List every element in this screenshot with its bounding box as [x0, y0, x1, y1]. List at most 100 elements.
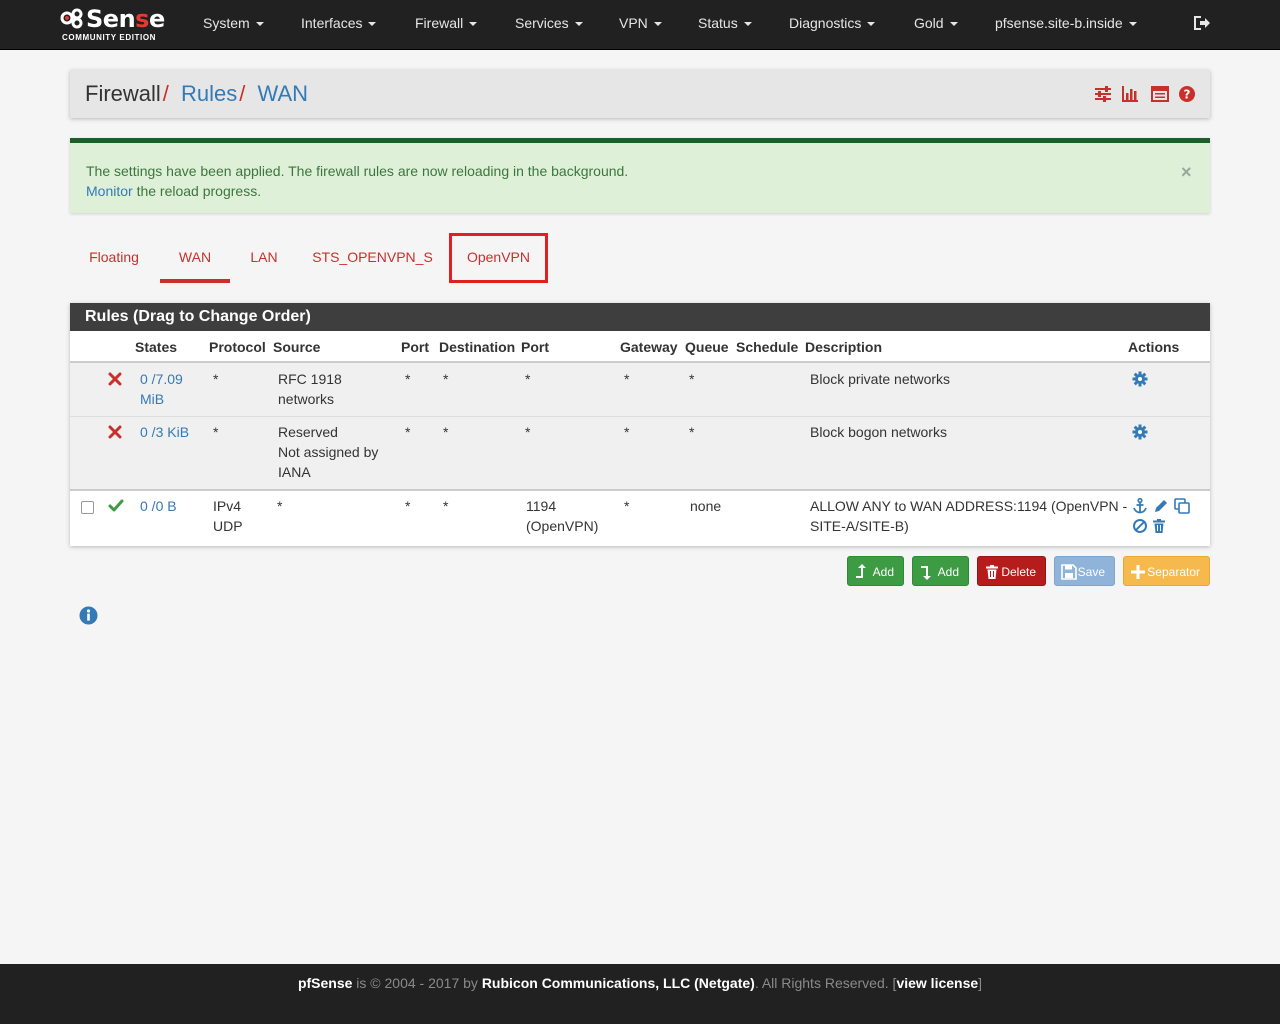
button-label: Save [1077, 565, 1105, 579]
delete-button[interactable]: Delete [977, 556, 1046, 586]
panel-title: Rules (Drag to Change Order) [70, 303, 1210, 331]
breadcrumb-separator: / [239, 81, 246, 106]
tab-floating[interactable]: Floating [70, 233, 158, 283]
description-cell: ALLOW ANY to WAN ADDRESS:1194 (OpenVPN -… [810, 496, 1127, 536]
footer-company-link[interactable]: Rubicon Communications, LLC (Netgate) [482, 975, 755, 991]
source-port-cell: * [405, 424, 411, 440]
add-bottom-button[interactable]: Add [912, 556, 969, 586]
caret-down-icon [1128, 22, 1137, 26]
trash-icon[interactable] [1151, 518, 1167, 534]
states-link[interactable]: 0 /0 B [140, 496, 177, 516]
nav-system[interactable]: System [203, 0, 264, 50]
destination-cell: * [443, 424, 449, 440]
rule-select-checkbox[interactable] [81, 501, 94, 514]
breadcrumb-firewall: Firewall [85, 81, 161, 106]
logo-text-sen: Sen [86, 5, 136, 33]
header-destination: Destination [439, 339, 516, 355]
gateway-cell: * [624, 371, 630, 387]
nav-hostname[interactable]: pfsense.site-b.inside [995, 0, 1137, 50]
disable-icon[interactable] [1132, 518, 1148, 534]
nav-firewall[interactable]: Firewall [415, 0, 478, 50]
source-port-cell: * [405, 498, 411, 514]
table-row [70, 363, 1210, 416]
breadcrumb: Firewall/ Rules/ WAN [85, 81, 308, 107]
nav-status[interactable]: Status [698, 0, 752, 50]
protocol-cell: * [213, 371, 219, 387]
tab-wan[interactable]: WAN [160, 233, 230, 283]
description-cell: Block private networks [810, 371, 951, 387]
tab-openvpn[interactable]: OpenVPN [449, 233, 548, 283]
caret-down-icon [949, 22, 958, 26]
check-icon [108, 499, 124, 512]
header-destination-port: Port [521, 339, 549, 355]
breadcrumb-rules[interactable]: Rules [181, 81, 237, 106]
top-navbar: Sense COMMUNITY EDITION System Interface… [0, 0, 1280, 50]
header-queue: Queue [685, 339, 729, 355]
footer-text: ] [978, 975, 983, 991]
log-table-icon[interactable] [1151, 85, 1169, 103]
states-link[interactable]: 0 /3 KiB [140, 422, 189, 442]
info-icon[interactable] [79, 606, 98, 625]
port-line: (OpenVPN) [526, 518, 599, 534]
nav-services[interactable]: Services [515, 0, 583, 50]
nav-label: VPN [619, 15, 648, 31]
logo-text-end: e [148, 5, 165, 33]
help-icon[interactable]: ? [1178, 85, 1196, 103]
plus-icon [1131, 565, 1145, 579]
floppy-disk-icon [1061, 564, 1077, 580]
add-top-button[interactable]: Add [847, 556, 904, 586]
alert-message-rest: the reload progress. [132, 183, 262, 199]
source-cell: * [277, 498, 283, 514]
protocol-cell: * [213, 424, 219, 440]
bar-chart-icon[interactable] [1121, 85, 1139, 103]
source-line: networks [278, 391, 335, 407]
nav-interfaces[interactable]: Interfaces [301, 0, 377, 50]
row-divider [70, 489, 1210, 491]
pencil-icon[interactable] [1153, 498, 1169, 514]
separator-button[interactable]: Separator [1123, 556, 1210, 586]
breadcrumb-wan[interactable]: WAN [258, 81, 309, 106]
destination-port-cell: 1194 (OpenVPN) [526, 496, 598, 536]
rules-panel: Rules (Drag to Change Order) States Prot… [70, 303, 1210, 546]
caret-down-icon [368, 22, 377, 26]
gear-icon[interactable] [1132, 371, 1148, 387]
tab-sts-openvpn-s[interactable]: STS_OPENVPN_S [300, 233, 445, 283]
footer-brand-link[interactable]: pfSense [298, 975, 352, 991]
arrow-up-icon [856, 564, 866, 578]
nav-diagnostics[interactable]: Diagnostics [789, 0, 876, 50]
description-line: ALLOW ANY to WAN ADDRESS:1194 (OpenVPN - [810, 498, 1128, 514]
nav-label: Diagnostics [789, 15, 862, 31]
destination-port-cell: * [525, 371, 531, 387]
tab-lan[interactable]: LAN [234, 233, 294, 283]
caret-down-icon [574, 22, 583, 26]
close-icon[interactable]: × [1181, 162, 1192, 183]
save-button[interactable]: Save [1054, 556, 1115, 586]
sliders-icon[interactable] [1094, 85, 1112, 103]
pfsense-logo[interactable]: Sense COMMUNITY EDITION [60, 5, 172, 45]
monitor-link[interactable]: Monitor [86, 183, 133, 199]
protocol-cell: IPv4 UDP [213, 496, 243, 536]
copy-icon[interactable] [1174, 498, 1190, 514]
block-x-icon [108, 425, 122, 439]
source-line: IANA [278, 464, 311, 480]
destination-cell: * [443, 498, 449, 514]
footer: pfSense is © 2004 - 2017 by Rubicon Comm… [0, 964, 1280, 1024]
header-description: Description [805, 339, 883, 355]
breadcrumb-separator: / [162, 81, 169, 106]
description-line: SITE-A/SITE-B) [810, 518, 909, 534]
states-link[interactable]: 0 /7.09 MiB [140, 369, 183, 409]
nav-label: System [203, 15, 250, 31]
view-license-link[interactable]: view license [896, 975, 978, 991]
nav-label: pfsense.site-b.inside [995, 15, 1123, 31]
queue-cell: * [689, 424, 695, 440]
button-label: Add [937, 565, 959, 579]
gear-icon[interactable] [1132, 424, 1148, 440]
protocol-line: UDP [213, 518, 243, 534]
logout-icon[interactable] [1192, 14, 1210, 32]
header-gateway: Gateway [620, 339, 678, 355]
nav-label: Services [515, 15, 569, 31]
nav-vpn[interactable]: VPN [619, 0, 662, 50]
anchor-icon[interactable] [1132, 498, 1148, 514]
nav-label: Interfaces [301, 15, 363, 31]
nav-gold[interactable]: Gold [914, 0, 958, 50]
